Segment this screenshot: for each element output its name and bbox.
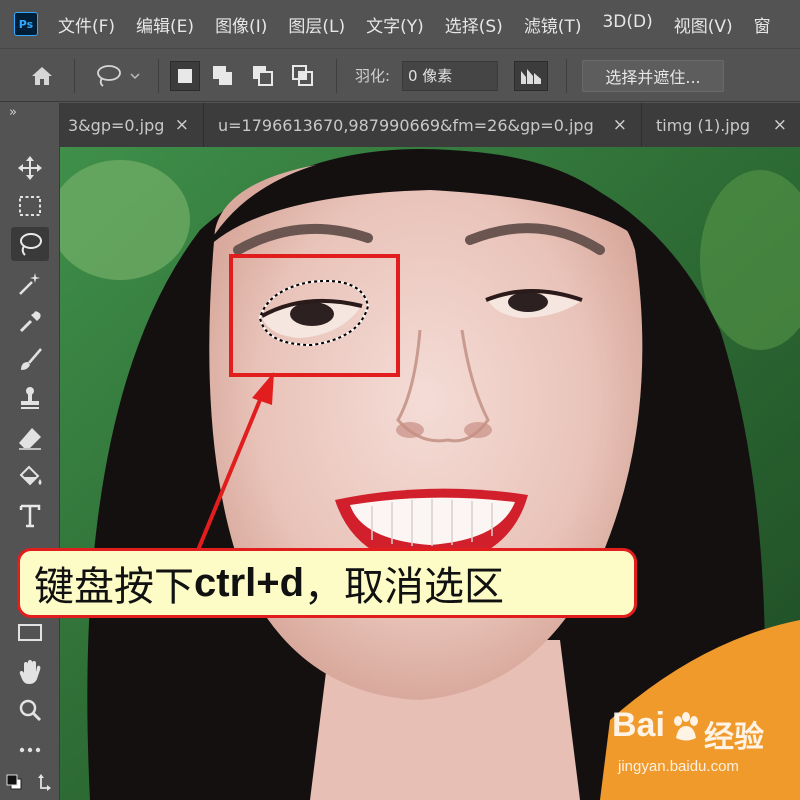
stamp-tool[interactable] [11,381,49,415]
menu-filter[interactable]: 滤镜(T) [524,12,582,37]
type-icon [19,504,41,528]
tab-document-1[interactable]: 3&gp=0.jpg × [60,103,204,147]
subtract-selection-icon [253,66,273,86]
eyedropper-icon [19,311,41,333]
marquee-icon [19,196,41,216]
hand-icon [19,660,41,684]
tab-label: timg (1).jpg [656,115,751,135]
watermark-url: jingyan.baidu.com [618,758,739,775]
baidu-jingyan-watermark: Bai 经验 jingyan.baidu.com [612,706,792,788]
eraser-tool[interactable] [11,421,49,455]
lasso-icon [20,233,42,256]
photo-image [60,147,800,800]
menu-bar: Ps 文件(F) 编辑(E) 图像(I) 图层(L) 文字(Y) 选择(S) 滤… [0,0,800,48]
eraser-icon [19,428,41,450]
brush-icon [21,348,42,370]
swap-colors-icon [6,774,51,791]
tools-panel: » [0,103,60,800]
paw-icon [674,712,698,741]
lasso-preset-icon [97,65,140,87]
menu-3d[interactable]: 3D(D) [602,12,652,37]
menu-file[interactable]: 文件(F) [58,12,115,37]
hand-tool[interactable] [11,655,49,689]
tab-label: 3&gp=0.jpg [68,115,165,135]
close-icon[interactable]: × [613,115,627,135]
marquee-tool[interactable] [11,189,49,223]
document-tabs: 3&gp=0.jpg × u=1796613670,987990669&fm=2… [60,103,800,147]
color-swatches[interactable] [4,769,56,795]
feather-input[interactable]: 0 像素 [402,61,498,91]
subtract-selection-button[interactable] [248,61,278,91]
rectangle-icon [18,624,42,641]
rectangle-tool[interactable] [11,615,49,649]
tab-document-2[interactable]: u=1796613670,987990669&fm=26&gp=0.jpg × [204,103,642,147]
instruction-callout: 键盘按下 ctrl+d ，取消选区 [17,548,637,618]
feather-label: 羽化: [355,67,391,85]
document-canvas[interactable] [60,147,800,800]
menu-items: 文件(F) 编辑(E) 图像(I) 图层(L) 文字(Y) 选择(S) 滤镜(T… [58,12,792,37]
options-bar: 羽化: 0 像素 选择并遮住... [0,48,800,102]
more-tools[interactable] [11,733,49,767]
zoom-icon [19,699,42,722]
select-and-mask-button[interactable]: 选择并遮住... [582,60,724,92]
intersect-selection-icon [292,65,313,86]
callout-text-pre: 键盘按下 [34,564,194,610]
magic-wand-icon [19,273,40,295]
magic-wand-tool[interactable] [11,267,49,301]
tab-label: u=1796613670,987990669&fm=26&gp=0.jpg [218,115,594,135]
lasso-tool[interactable] [11,227,49,261]
brush-tool[interactable] [11,343,49,377]
eyedropper-tool[interactable] [11,305,49,339]
new-selection-button[interactable] [170,61,200,91]
paint-bucket-tool[interactable] [11,459,49,493]
type-tool[interactable] [11,499,49,533]
new-selection-icon [178,69,192,83]
move-icon [18,156,42,180]
menu-select[interactable]: 选择(S) [445,12,503,37]
menu-window[interactable]: 窗 [754,12,771,37]
callout-text-post: ，取消选区 [304,564,505,610]
photoshop-window: Ps 文件(F) 编辑(E) 图像(I) 图层(L) 文字(Y) 选择(S) 滤… [0,0,800,800]
watermark-brand: Bai [612,706,665,744]
move-tool[interactable] [11,151,49,185]
menu-image[interactable]: 图像(I) [215,12,267,37]
more-icon [19,747,41,753]
anti-alias-button[interactable] [514,61,548,91]
ps-logo: Ps [14,12,38,36]
callout-shortcut: ctrl+d [194,560,305,605]
collapse-panel-icon[interactable]: » [9,105,17,120]
home-icon [32,67,52,85]
add-selection-icon [213,66,232,85]
home-button[interactable] [28,63,56,89]
zoom-tool[interactable] [11,693,49,727]
add-selection-button[interactable] [208,61,238,91]
watermark-brand-cn: 经验 [704,720,764,755]
close-icon[interactable]: × [773,115,787,135]
paint-bucket-icon [19,465,42,486]
close-icon[interactable]: × [175,115,189,135]
menu-layer[interactable]: 图层(L) [288,12,345,37]
menu-view[interactable]: 视图(V) [674,12,733,37]
menu-type[interactable]: 文字(Y) [366,12,424,37]
lasso-preset-button[interactable] [90,61,146,91]
menu-edit[interactable]: 编辑(E) [136,12,194,37]
intersect-selection-button[interactable] [288,61,318,91]
tab-document-3[interactable]: timg (1).jpg × [642,103,800,147]
stamp-icon [21,387,39,409]
anti-alias-icon [521,69,541,84]
